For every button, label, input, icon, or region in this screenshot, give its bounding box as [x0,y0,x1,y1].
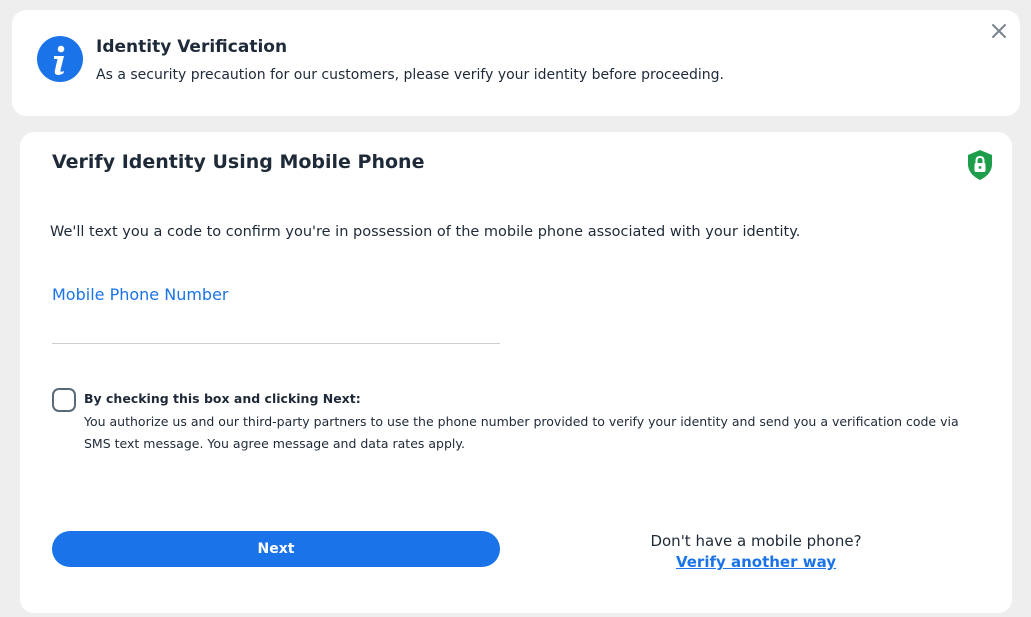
consent-title: By checking this box and clicking Next: [84,391,361,406]
no-phone-text: Don't have a mobile phone? [650,532,862,550]
verify-another-way-link[interactable]: Verify another way [676,553,836,571]
card-title: Verify Identity Using Mobile Phone [52,151,425,173]
instruction-text: We'll text you a code to confirm you're … [50,224,801,240]
consent-body: You authorize us and our third-party par… [84,414,959,451]
phone-field-label: Mobile Phone Number [52,285,229,304]
consent-text: By checking this box and clicking Next: … [84,391,984,455]
identity-verification-banner: Identity Verification As a security prec… [12,10,1020,116]
shield-lock-icon [966,149,994,181]
banner-message: As a security precaution for our custome… [96,67,724,83]
mobile-phone-input[interactable] [52,310,500,344]
verify-phone-card: Verify Identity Using Mobile Phone We'll… [20,132,1012,613]
next-button[interactable]: Next [52,531,500,567]
alternative-verification: Don't have a mobile phone? Verify anothe… [620,532,892,571]
info-icon [37,36,83,82]
close-icon[interactable] [988,20,1010,42]
banner-title: Identity Verification [96,37,288,57]
consent-checkbox[interactable] [52,388,76,412]
